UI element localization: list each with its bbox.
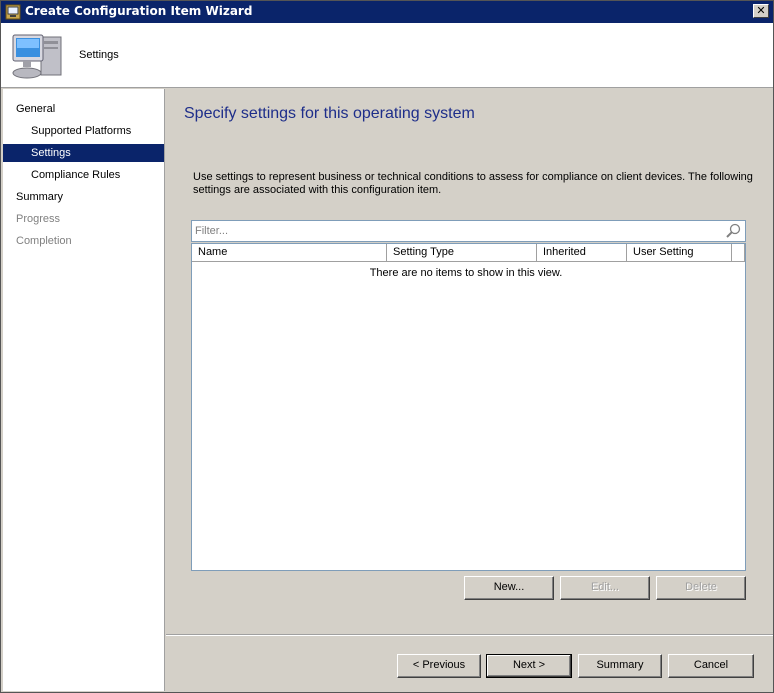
column-header-setting-type[interactable]: Setting Type xyxy=(387,244,537,262)
column-header-name[interactable]: Name xyxy=(192,244,387,262)
search-icon[interactable] xyxy=(725,223,741,239)
page-title: Settings xyxy=(79,49,119,61)
main-content: Specify settings for this operating syst… xyxy=(166,89,773,634)
computer-icon xyxy=(12,34,62,79)
cancel-button[interactable]: Cancel xyxy=(668,654,754,678)
next-button[interactable]: Next > xyxy=(486,654,572,678)
settings-list[interactable]: Name Setting Type Inherited User Setting… xyxy=(191,243,746,571)
close-button[interactable]: ✕ xyxy=(753,4,769,18)
wizard-app-icon xyxy=(5,4,21,20)
wizard-footer: < Previous Next > Summary Cancel xyxy=(166,634,773,691)
filter-box xyxy=(191,220,746,242)
title-bar: Create Configuration Item Wizard ✕ xyxy=(1,1,773,23)
wizard-nav: General Supported Platforms Settings Com… xyxy=(3,89,165,691)
close-icon: ✕ xyxy=(756,5,766,17)
wizard-header: Settings xyxy=(1,23,773,88)
nav-item-progress: Progress xyxy=(16,213,61,225)
window-title: Create Configuration Item Wizard xyxy=(25,4,253,18)
column-header-inherited[interactable]: Inherited xyxy=(537,244,627,262)
column-header-user-setting[interactable]: User Setting xyxy=(627,244,732,262)
nav-item-compliance-rules[interactable]: Compliance Rules xyxy=(3,166,164,184)
edit-button[interactable]: Edit... xyxy=(560,576,650,600)
list-header: Name Setting Type Inherited User Setting xyxy=(192,244,745,262)
empty-list-message: There are no items to show in this view. xyxy=(369,267,563,279)
nav-item-completion: Completion xyxy=(16,235,72,247)
description-text: Use settings to represent business or te… xyxy=(193,171,753,196)
column-header-filler xyxy=(732,244,745,262)
nav-item-supported-platforms[interactable]: Supported Platforms xyxy=(3,122,164,140)
summary-button[interactable]: Summary xyxy=(578,654,662,678)
nav-item-general[interactable]: General xyxy=(3,100,164,118)
nav-item-summary[interactable]: Summary xyxy=(3,188,164,206)
delete-button[interactable]: Delete xyxy=(656,576,746,600)
page-heading: Specify settings for this operating syst… xyxy=(184,105,475,122)
previous-button[interactable]: < Previous xyxy=(397,654,481,678)
filter-input[interactable] xyxy=(194,223,714,239)
wizard-window: Create Configuration Item Wizard ✕ Setti… xyxy=(0,0,774,693)
new-button[interactable]: New... xyxy=(464,576,554,600)
nav-item-settings[interactable]: Settings xyxy=(3,144,164,162)
